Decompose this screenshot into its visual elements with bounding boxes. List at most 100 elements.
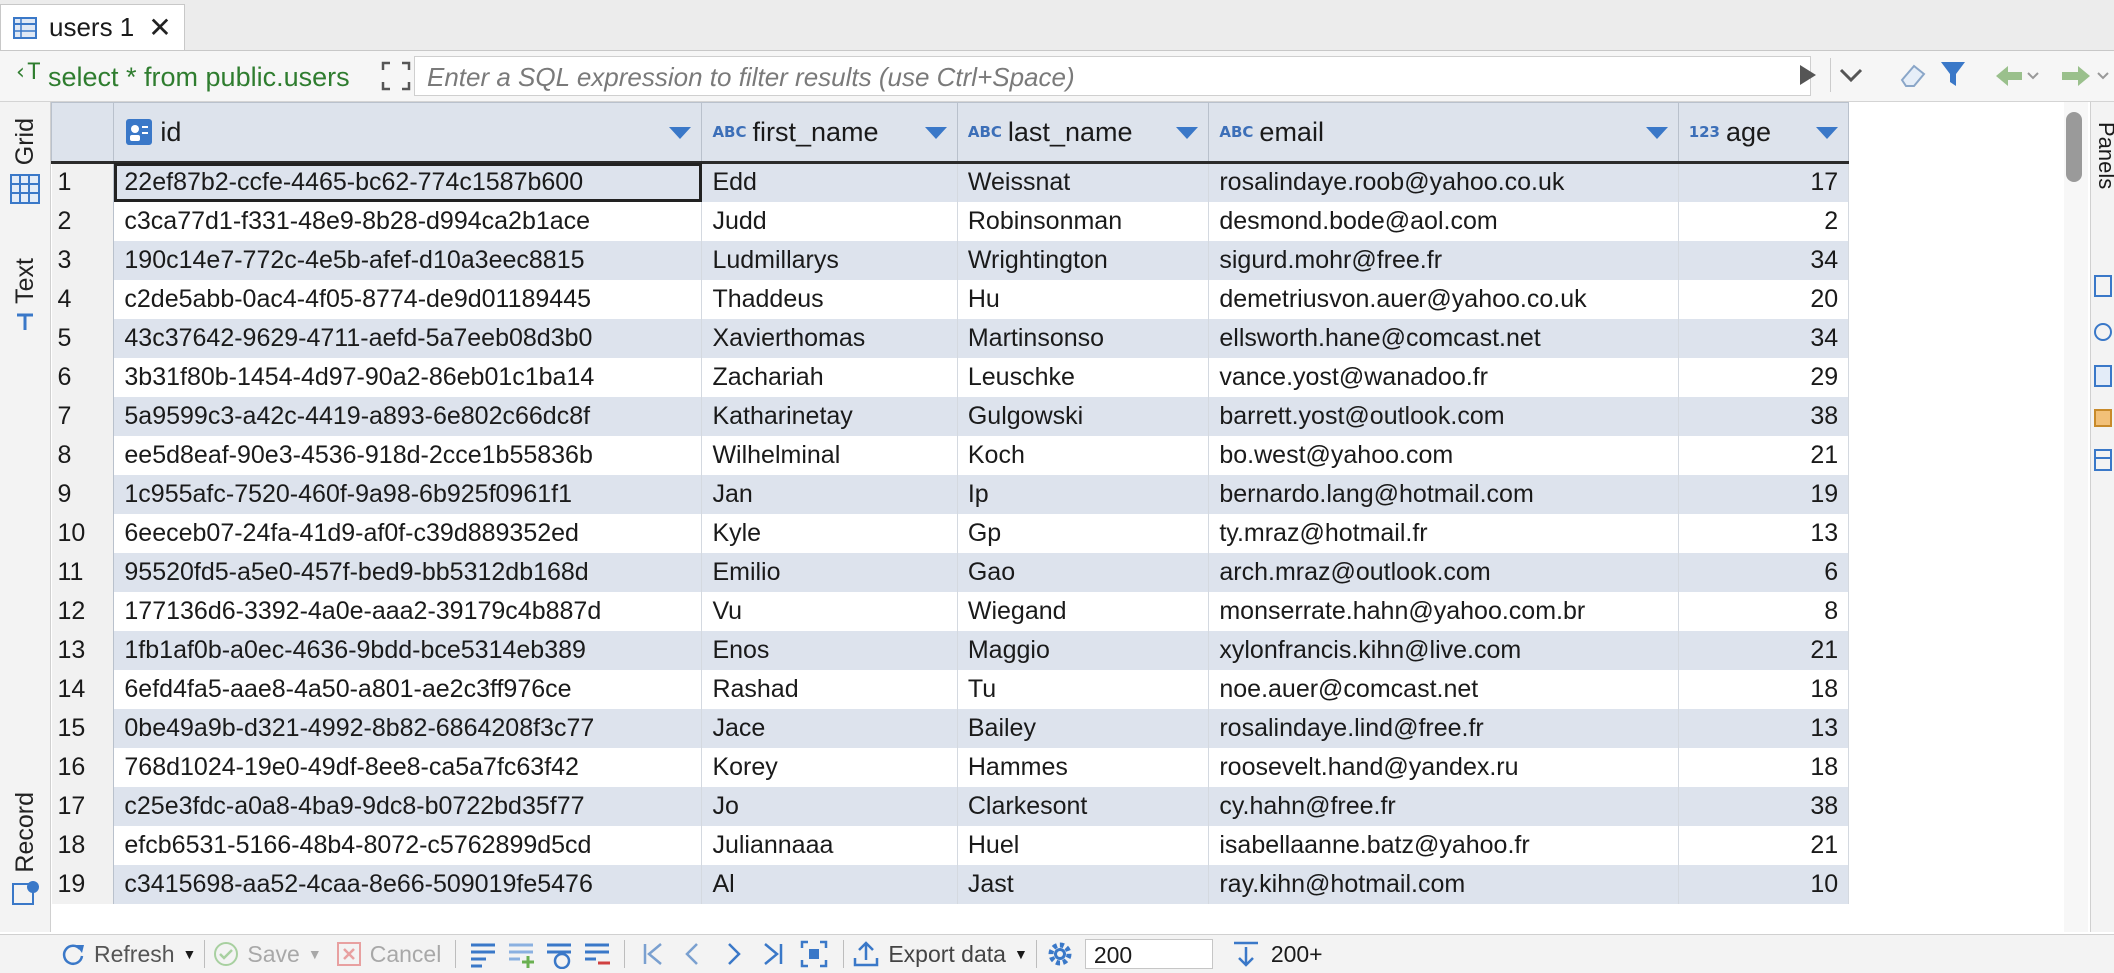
table-row[interactable]: 10 6eeceb07-24fa-41d9-af0f-c39d889352ed Ky…: [51, 513, 2043, 553]
filter-history-dropdown-icon[interactable]: [1830, 58, 1871, 92]
panel-icon[interactable]: [2093, 320, 2113, 344]
row-count-icon[interactable]: [1231, 939, 1261, 969]
cell-id[interactable]: 6efd4fa5-aae8-4a50-a801-ae2c3ff976ce: [113, 669, 703, 709]
cell-age[interactable]: 6: [1678, 552, 1850, 592]
column-header-email[interactable]: ABC email: [1208, 102, 1679, 164]
cell-first-name[interactable]: Al: [701, 864, 958, 904]
column-filter-arrow-icon[interactable]: [669, 127, 692, 139]
cell-age[interactable]: 10: [1678, 864, 1850, 904]
cell-id[interactable]: 1fb1af0b-a0ec-4636-9bdd-bce5314eb389: [113, 630, 703, 670]
cell-email[interactable]: xylonfrancis.kihn@live.com: [1208, 630, 1679, 670]
row-number[interactable]: 3: [51, 240, 115, 280]
cell-email[interactable]: rosalindaye.roob@yahoo.co.uk: [1208, 162, 1679, 202]
cell-last-name[interactable]: Huel: [957, 825, 1210, 865]
cell-last-name[interactable]: Koch: [957, 435, 1210, 475]
cell-last-name[interactable]: Gulgowski: [957, 396, 1210, 436]
cell-age[interactable]: 34: [1678, 240, 1850, 280]
cell-id[interactable]: 95520fd5-a5e0-457f-bed9-bb5312db168d: [113, 552, 703, 592]
chevron-down-icon[interactable]: ▼: [308, 946, 322, 962]
scrollbar-thumb[interactable]: [2066, 112, 2082, 182]
add-row-icon[interactable]: [506, 939, 536, 969]
row-number[interactable]: 1: [51, 162, 115, 202]
cell-email[interactable]: sigurd.mohr@free.fr: [1208, 240, 1679, 280]
delete-row-icon[interactable]: [582, 939, 612, 969]
row-number[interactable]: 9: [51, 474, 115, 514]
row-number[interactable]: 16: [51, 747, 115, 787]
cell-age[interactable]: 13: [1678, 708, 1850, 748]
table-row[interactable]: 14 6efd4fa5-aae8-4a50-a801-ae2c3ff976ce Ra…: [51, 669, 2043, 709]
cell-last-name[interactable]: Jast: [957, 864, 1210, 904]
cell-id[interactable]: 177136d6-3392-4a0e-aaa2-39179c4b887d: [113, 591, 703, 631]
cell-first-name[interactable]: Jo: [701, 786, 958, 826]
column-filter-arrow-icon[interactable]: [1816, 127, 1839, 139]
vertical-scrollbar[interactable]: [2064, 102, 2088, 932]
table-row[interactable]: 13 1fb1af0b-a0ec-4636-9bdd-bce5314eb389 En…: [51, 630, 2043, 670]
panel-icon[interactable]: [2093, 448, 2113, 472]
cell-age[interactable]: 21: [1678, 825, 1850, 865]
cell-first-name[interactable]: Edd: [701, 162, 958, 202]
tab-text[interactable]: Text: [0, 258, 50, 334]
cell-last-name[interactable]: Robinsonman: [957, 201, 1210, 241]
cell-first-name[interactable]: Xavierthomas: [701, 318, 958, 358]
cell-age[interactable]: 21: [1678, 630, 1850, 670]
cell-first-name[interactable]: Juliannaaa: [701, 825, 958, 865]
table-row[interactable]: 5 43c37642-9629-4711-aefd-5a7eeb08d3b0 Xav…: [51, 318, 2043, 358]
cell-last-name[interactable]: Bailey: [957, 708, 1210, 748]
cell-age[interactable]: 2: [1678, 201, 1850, 241]
panel-icon[interactable]: [2093, 406, 2113, 430]
column-header-last-name[interactable]: ABC last_name: [956, 102, 1210, 164]
panel-icon[interactable]: [2093, 364, 2113, 388]
cell-last-name[interactable]: Clarkesont: [957, 786, 1210, 826]
column-header-first-name[interactable]: ABC first_name: [701, 102, 958, 164]
cell-last-name[interactable]: Gao: [957, 552, 1210, 592]
export-data-button[interactable]: Export data ▼: [852, 935, 1028, 973]
cell-first-name[interactable]: Rashad: [701, 669, 958, 709]
column-header-id[interactable]: id: [113, 102, 703, 164]
cell-id[interactable]: 0be49a9b-d321-4992-8b82-6864208f3c77: [113, 708, 703, 748]
table-row[interactable]: 8 ee5d8eaf-90e3-4536-918d-2cce1b55836b Wil…: [51, 435, 2043, 475]
cancel-button[interactable]: Cancel: [336, 935, 441, 973]
chevron-down-icon[interactable]: ▼: [183, 946, 197, 962]
cell-last-name[interactable]: Leuschke: [957, 357, 1210, 397]
back-arrow-icon[interactable]: [1992, 62, 2042, 90]
table-row[interactable]: 16 768d1024-19e0-49df-8ee8-ca5a7fc63f42 Ko…: [51, 747, 2043, 787]
row-number[interactable]: 15: [51, 708, 115, 748]
table-row[interactable]: 7 5a9599c3-a42c-4419-a893-6e802c66dc8f Kat…: [51, 396, 2043, 436]
cell-email[interactable]: monserrate.hahn@yahoo.com.br: [1208, 591, 1679, 631]
cell-age[interactable]: 18: [1678, 669, 1850, 709]
table-row[interactable]: 6 3b31f80b-1454-4d97-90a2-86eb01c1ba14 Zac…: [51, 357, 2043, 397]
row-number[interactable]: 6: [51, 357, 115, 397]
tab-record[interactable]: Record: [0, 792, 50, 907]
cell-first-name[interactable]: Jace: [701, 708, 958, 748]
cell-first-name[interactable]: Wilhelminal: [701, 435, 958, 475]
table-row[interactable]: 9 1c955afc-7520-460f-9a98-6b925f0961f1 Jan…: [51, 474, 2043, 514]
table-row[interactable]: 18 efcb6531-5166-48b4-8072-c5762899d5cd Ju…: [51, 825, 2043, 865]
table-row[interactable]: 12 177136d6-3392-4a0e-aaa2-39179c4b887d Vu…: [51, 591, 2043, 631]
column-filter-arrow-icon[interactable]: [1645, 127, 1668, 139]
cell-age[interactable]: 18: [1678, 747, 1850, 787]
cell-first-name[interactable]: Kyle: [701, 513, 958, 553]
cell-email[interactable]: vance.yost@wanadoo.fr: [1208, 357, 1679, 397]
row-number[interactable]: 10: [51, 513, 115, 553]
panels-label[interactable]: Panels: [2093, 122, 2114, 189]
row-number[interactable]: 19: [51, 864, 115, 904]
cell-age[interactable]: 34: [1678, 318, 1850, 358]
row-number[interactable]: 4: [51, 279, 115, 319]
cell-id[interactable]: 5a9599c3-a42c-4419-a893-6e802c66dc8f: [113, 396, 703, 436]
cell-last-name[interactable]: Wrightington: [957, 240, 1210, 280]
row-number-header[interactable]: [51, 102, 115, 164]
column-header-age[interactable]: 123 age: [1677, 102, 1850, 164]
gear-icon[interactable]: [1045, 939, 1075, 969]
row-number[interactable]: 5: [51, 318, 115, 358]
sql-query-text[interactable]: select * from public.users: [48, 62, 350, 93]
cell-email[interactable]: roosevelt.hand@yandex.ru: [1208, 747, 1679, 787]
cell-last-name[interactable]: Hu: [957, 279, 1210, 319]
cell-first-name[interactable]: Katharinetay: [701, 396, 958, 436]
cell-id[interactable]: 43c37642-9629-4711-aefd-5a7eeb08d3b0: [113, 318, 703, 358]
cell-last-name[interactable]: Gp: [957, 513, 1210, 553]
tab-users-1[interactable]: users 1 ✕: [0, 4, 185, 50]
row-number[interactable]: 14: [51, 669, 115, 709]
cell-email[interactable]: ray.kihn@hotmail.com: [1208, 864, 1679, 904]
cell-email[interactable]: rosalindaye.lind@free.fr: [1208, 708, 1679, 748]
cell-age[interactable]: 20: [1678, 279, 1850, 319]
